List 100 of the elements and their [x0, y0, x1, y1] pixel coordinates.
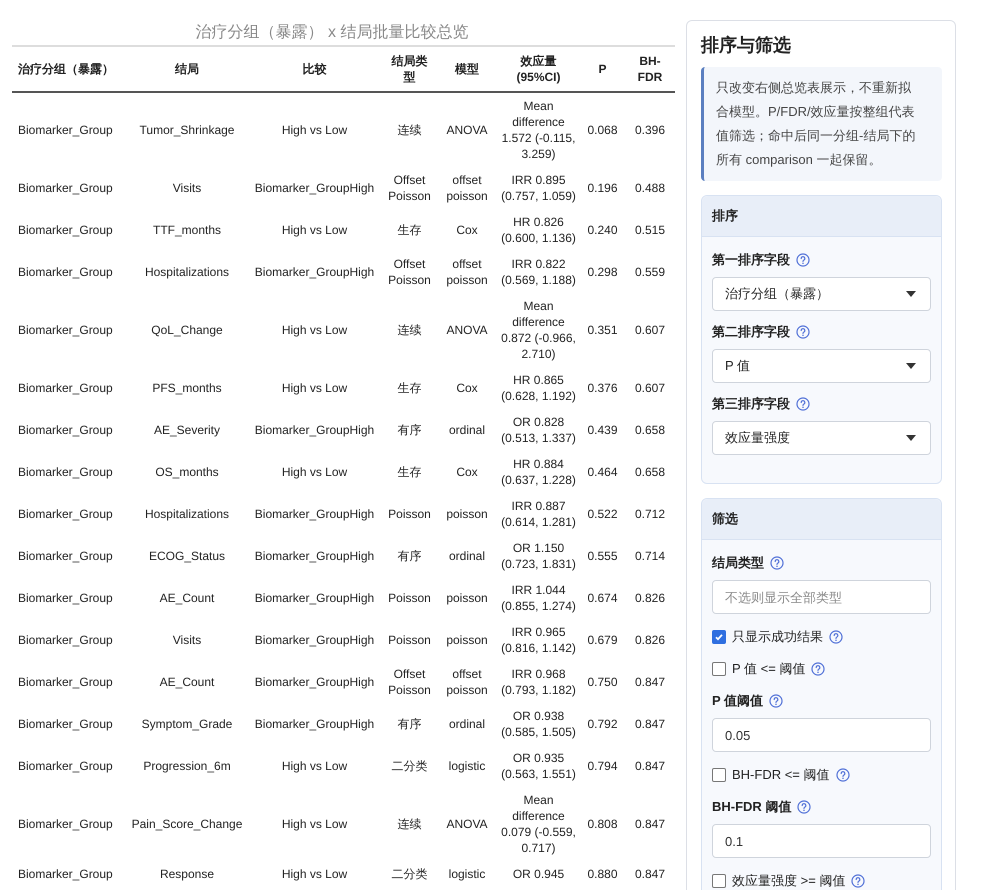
panel-title: 排序与筛选 — [701, 34, 792, 57]
table-cell: 二分类 — [392, 759, 428, 773]
table-cell: 0.515 — [634, 223, 666, 237]
table-cell: 0.847 — [634, 759, 666, 773]
table-cell: Biomarker_GroupHigh — [254, 507, 374, 521]
checkbox[interactable] — [712, 662, 726, 676]
table-cell: Poisson — [388, 591, 431, 605]
column-header: 结局 — [175, 62, 199, 76]
table-cell: High vs Low — [282, 867, 348, 881]
table-cell: 0.808 — [587, 817, 618, 831]
table-cell: 有序 — [398, 549, 422, 563]
checkbox-label: 效应量强度 >= 阈值 — [732, 872, 846, 890]
sort-dropdown[interactable]: 效应量强度 — [712, 421, 931, 455]
table-cell: 0.658 — [634, 423, 666, 437]
table-cell: 0.607 — [634, 381, 666, 395]
table-cell: Biomarker_GroupHigh — [254, 181, 374, 195]
threshold-field[interactable]: 0.1 — [712, 824, 931, 858]
table-cell: High vs Low — [282, 465, 348, 479]
help-icon[interactable] — [811, 662, 826, 676]
table-title: 治疗分组（暴露） x 结局批量比较总览 — [194, 22, 470, 43]
table-cell: Hospitalizations — [144, 265, 230, 279]
help-icon[interactable] — [797, 800, 812, 814]
table-cell: Mean difference 1.572 (-0.115, 3.259) — [502, 99, 576, 161]
sort-dropdown[interactable]: 治疗分组（暴露） — [712, 277, 931, 311]
table-cell: OR 1.150 (0.723, 1.831) — [501, 541, 576, 571]
checkbox[interactable] — [712, 630, 726, 644]
table-cell: 生存 — [398, 465, 422, 479]
table-cell: 0.679 — [587, 633, 618, 647]
table-cell: High vs Low — [282, 817, 348, 831]
table-cell: Biomarker_Group — [18, 265, 113, 279]
table-cell: High vs Low — [282, 323, 348, 337]
table-cell: AE_Count — [160, 675, 214, 689]
help-icon[interactable] — [829, 630, 843, 644]
help-icon[interactable] — [851, 874, 866, 888]
table-cell: TTF_months — [152, 223, 221, 237]
table-cell: 0.712 — [634, 507, 666, 521]
table-cell: 0.607 — [634, 323, 666, 337]
table-cell: IRR 0.968 (0.793, 1.182) — [501, 667, 576, 697]
table-cell: poisson — [446, 633, 488, 647]
table-cell: IRR 1.044 (0.855, 1.274) — [501, 583, 576, 613]
table-cell: Offset Poisson — [388, 257, 431, 287]
table-cell: Cox — [456, 381, 478, 395]
table-cell: IRR 0.887 (0.614, 1.281) — [501, 499, 576, 529]
table-cell: QoL_Change — [151, 323, 223, 337]
table-cell: Biomarker_GroupHigh — [254, 717, 374, 731]
help-icon[interactable] — [770, 556, 784, 570]
outcome-type-field[interactable]: 不选则显示全部类型 — [712, 580, 931, 614]
table-cell: 0.826 — [634, 591, 666, 605]
table-cell: 0.522 — [587, 507, 618, 521]
checkbox[interactable] — [712, 874, 726, 888]
table-cell: Biomarker_Group — [18, 817, 113, 831]
table-cell: Biomarker_GroupHigh — [254, 265, 374, 279]
table-cell: High vs Low — [282, 123, 348, 137]
table-cell: Biomarker_GroupHigh — [254, 549, 374, 563]
caret-icon — [906, 291, 916, 297]
table-cell: HR 0.826 (0.600, 1.136) — [501, 215, 576, 245]
table-cell: 有序 — [398, 423, 422, 437]
sort-dropdown[interactable]: P 值 — [712, 349, 931, 383]
table-cell: Visits — [172, 633, 202, 647]
table-cell: Mean difference 0.079 (-0.559, 0.717) — [501, 793, 576, 855]
table-cell: 0.068 — [587, 123, 618, 137]
table-cell: 0.658 — [634, 465, 666, 479]
table-cell: HR 0.884 (0.637, 1.228) — [501, 457, 576, 487]
table-cell: 0.559 — [634, 265, 666, 279]
check-icon — [714, 632, 724, 642]
table-cell: ordinal — [448, 549, 486, 563]
help-icon[interactable] — [796, 397, 810, 411]
table-cell: Progression_6m — [143, 759, 231, 773]
help-icon[interactable] — [796, 325, 810, 339]
table-cell: IRR 0.822 (0.569, 1.188) — [501, 257, 576, 287]
checkbox[interactable] — [712, 768, 726, 782]
table-cell: Biomarker_Group — [18, 759, 113, 773]
table-cell: Biomarker_Group — [18, 549, 113, 563]
table-cell: 生存 — [398, 223, 422, 237]
table-cell: Biomarker_GroupHigh — [254, 633, 374, 647]
table-cell: 0.847 — [634, 717, 666, 731]
help-icon[interactable] — [796, 253, 810, 267]
table-cell: ECOG_Status — [148, 549, 226, 563]
table-cell: Biomarker_Group — [18, 423, 113, 437]
table-cell: 生存 — [398, 381, 422, 395]
table-cell: 0.847 — [634, 867, 666, 881]
table-cell: Cox — [456, 223, 478, 237]
table-cell: Biomarker_Group — [18, 123, 113, 137]
help-icon[interactable] — [836, 768, 850, 782]
table-cell: Biomarker_Group — [18, 675, 113, 689]
table-cell: OR 0.945 — [512, 867, 564, 881]
table-cell: Biomarker_Group — [18, 633, 113, 647]
column-header: P — [598, 62, 606, 76]
table-cell: Biomarker_Group — [18, 323, 113, 337]
table-cell: OS_months — [155, 465, 219, 479]
help-icon[interactable] — [769, 694, 784, 708]
threshold-field[interactable]: 0.05 — [712, 718, 931, 752]
table-cell: poisson — [446, 591, 488, 605]
table-cell: ANOVA — [446, 123, 488, 137]
table-cell: Biomarker_GroupHigh — [254, 591, 374, 605]
table-cell: High vs Low — [282, 381, 348, 395]
table-cell: 0.847 — [634, 817, 666, 831]
table-cell: offset poisson — [446, 173, 488, 203]
caret-icon — [906, 363, 916, 369]
table-cell: OR 0.828 (0.513, 1.337) — [501, 415, 576, 445]
